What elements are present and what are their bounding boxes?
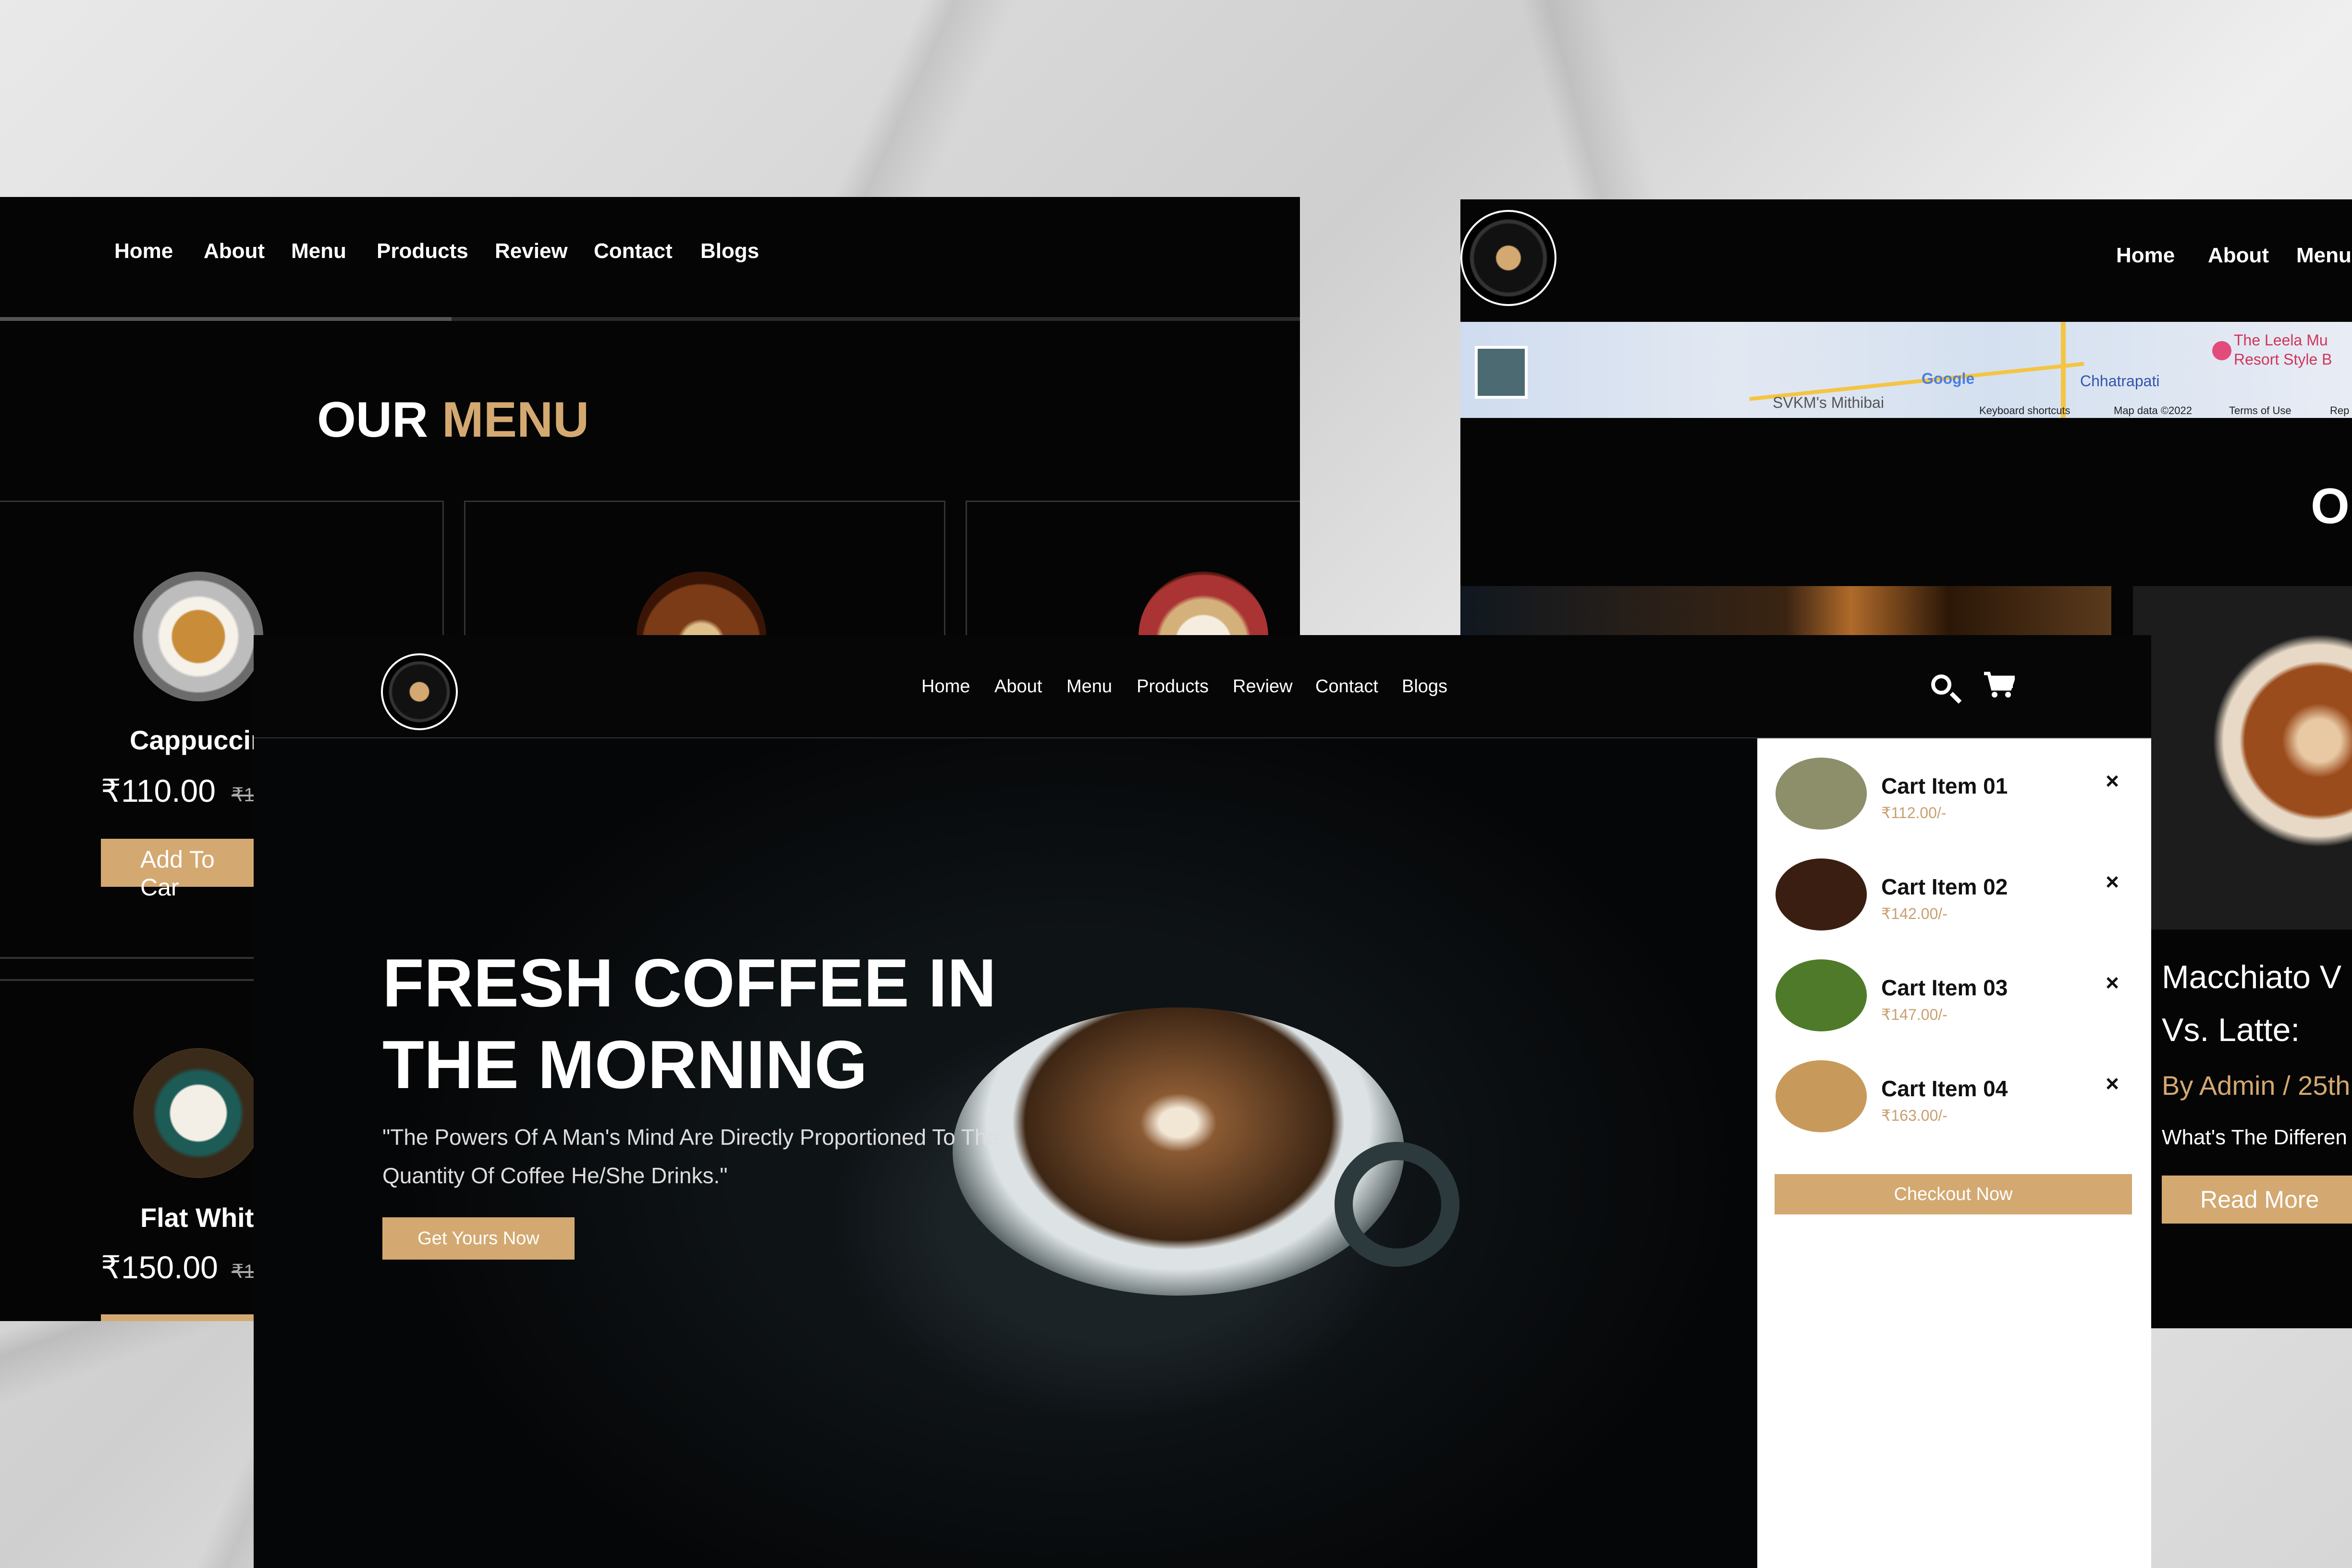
hero-page-screenshot: Home About Menu Products Review Contact … — [254, 635, 2151, 1568]
nav-home[interactable]: Home — [114, 239, 173, 263]
nav-menu[interactable]: Menu — [1066, 676, 1112, 697]
item-name: Cappuccir — [130, 725, 261, 755]
item-price: ₹110.00 — [101, 773, 216, 808]
cart-item-price: ₹163.00/- — [1881, 1107, 1948, 1124]
blog-image-latte[interactable] — [2133, 586, 2352, 930]
cart-item-image — [1776, 959, 1867, 1031]
cart-item-name: Cart Item 02 — [1881, 874, 2008, 899]
coffee-shop-logo[interactable] — [1460, 210, 1556, 306]
nav-home[interactable]: Home — [921, 676, 970, 697]
map-label: Resort Style B — [2234, 351, 2332, 368]
cart-item: Cart Item 01 ₹112.00/- × — [1757, 743, 2151, 839]
blog-byline: By Admin / 25th — [2162, 1070, 2351, 1101]
item-old-price: ₹1 — [232, 784, 255, 806]
remove-icon[interactable]: × — [2106, 768, 2119, 795]
cart-item-name: Cart Item 04 — [1881, 1076, 2008, 1101]
map-footer-link[interactable]: Keyboard shortcuts — [1979, 404, 2070, 417]
map-label: SVKM's Mithibai — [1773, 394, 1884, 411]
map-pin-icon[interactable] — [2212, 341, 2231, 360]
coffee-shop-logo[interactable] — [381, 653, 458, 730]
nav-contact[interactable]: Contact — [1315, 676, 1378, 697]
cart-item-image — [1776, 758, 1867, 830]
divider — [0, 979, 269, 981]
nav-about[interactable]: About — [204, 239, 265, 263]
nav-blogs[interactable]: Blogs — [1402, 676, 1447, 697]
map-footer-link[interactable]: Rep — [2330, 404, 2349, 417]
menu-section-title: OUR MENU — [317, 392, 589, 448]
checkout-button[interactable]: Checkout Now — [1775, 1174, 2132, 1214]
cart-item-image — [1776, 858, 1867, 931]
blog-excerpt: What's The Differen — [2162, 1126, 2347, 1149]
section-title: O — [2311, 478, 2350, 534]
nav-review[interactable]: Review — [1233, 676, 1293, 697]
map-label: Chhatrapati — [2080, 372, 2160, 390]
nav-menu[interactable]: Menu — [2296, 244, 2352, 268]
cup-handle — [1335, 1142, 1459, 1267]
cart-item-price: ₹112.00/- — [1881, 804, 1947, 821]
search-icon[interactable] — [1931, 674, 1951, 695]
flat-white-image — [134, 1048, 263, 1178]
remove-icon[interactable]: × — [2106, 970, 2119, 996]
divider — [0, 957, 269, 959]
map-footer-link[interactable]: Terms of Use — [2229, 404, 2291, 417]
add-to-cart-button[interactable] — [101, 1314, 259, 1321]
cart-item-image — [1776, 1060, 1867, 1132]
blog-image[interactable] — [1460, 586, 2111, 639]
scroll-progress — [0, 317, 452, 321]
cart-item-name: Cart Item 03 — [1881, 975, 2008, 1000]
nav-menu[interactable]: Menu — [291, 239, 346, 263]
remove-icon[interactable]: × — [2106, 1071, 2119, 1097]
cart-item: Cart Item 02 ₹142.00/- × — [1757, 844, 2151, 940]
item-price: ₹150.00 — [101, 1250, 218, 1285]
nav-home[interactable]: Home — [2116, 244, 2175, 268]
get-yours-now-button[interactable]: Get Yours Now — [382, 1217, 575, 1260]
nav-about[interactable]: About — [994, 676, 1042, 697]
nav-review[interactable]: Review — [495, 239, 568, 263]
blog-title[interactable]: Macchiato V — [2162, 958, 2341, 996]
map-label: The Leela Mu — [2234, 331, 2328, 349]
item-old-price: ₹1 — [232, 1261, 255, 1282]
google-map[interactable]: Google Chhatrapati SVKM's Mithibai The L… — [1460, 322, 2352, 418]
blog-title[interactable]: Vs. Latte: — [2162, 1011, 2300, 1049]
add-to-cart-button[interactable]: Add To Car — [101, 839, 259, 901]
cart-dropdown: Cart Item 01 ₹112.00/- × Cart Item 02 ₹1… — [1757, 738, 2151, 1568]
cappuccino-image — [134, 572, 263, 701]
remove-icon[interactable]: × — [2106, 869, 2119, 895]
cart-item: Cart Item 04 ₹163.00/- × — [1757, 1046, 2151, 1142]
read-more-button[interactable]: Read More — [2162, 1176, 2352, 1224]
satellite-toggle[interactable] — [1475, 346, 1528, 399]
map-footer-text: Map data ©2022 — [2114, 404, 2192, 416]
nav-products[interactable]: Products — [377, 239, 468, 263]
nav-products[interactable]: Products — [1137, 676, 1209, 697]
nav-about[interactable]: About — [2208, 244, 2269, 268]
item-name: Flat Whit — [140, 1202, 254, 1233]
map-road — [2061, 322, 2066, 418]
cart-item-price: ₹147.00/- — [1881, 1006, 1948, 1023]
nav-contact[interactable]: Contact — [594, 239, 673, 263]
cart-item: Cart Item 03 ₹147.00/- × — [1757, 945, 2151, 1041]
nav-blogs[interactable]: Blogs — [700, 239, 759, 263]
cart-item-name: Cart Item 01 — [1881, 773, 2008, 798]
map-google-logo: Google — [1922, 370, 1975, 387]
hero-quote: "The Powers Of A Man's Mind Are Directly… — [382, 1125, 999, 1188]
hero-title: FRESH COFFEE IN THE MORNING — [382, 945, 997, 1103]
cart-icon[interactable] — [1983, 672, 2015, 698]
cart-item-price: ₹142.00/- — [1881, 905, 1948, 922]
